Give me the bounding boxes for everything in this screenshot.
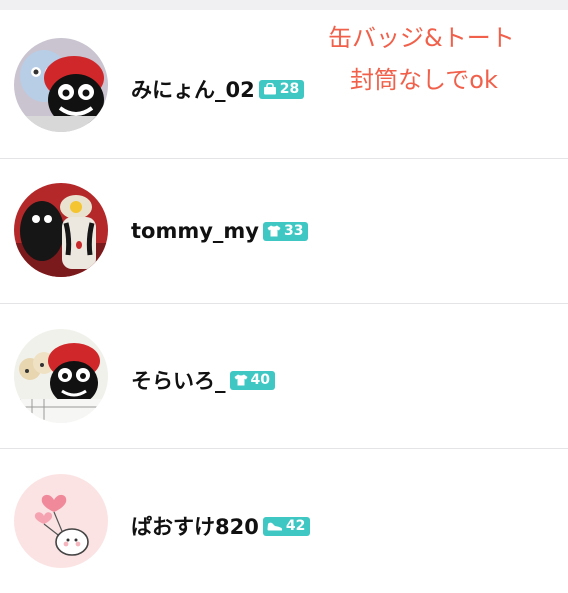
rating-count: 40	[250, 372, 270, 388]
rating-count: 42	[285, 518, 306, 534]
list-item[interactable]: tommy_my 33	[0, 159, 568, 303]
username[interactable]: みにょん_02 28	[131, 74, 305, 104]
tshirt-icon	[267, 225, 281, 237]
bag-icon	[263, 83, 276, 95]
username[interactable]: tommy_my 33	[131, 219, 309, 243]
rating-badge: 42	[262, 516, 311, 536]
rating-count: 28	[279, 81, 300, 97]
shoe-icon	[267, 522, 283, 530]
username-text: みにょん_02	[131, 78, 255, 102]
note-line-1: 缶バッジ&トート	[328, 24, 515, 52]
username-text: ぱおすけ820	[131, 515, 259, 539]
avatar[interactable]	[14, 183, 108, 277]
avatar[interactable]	[14, 38, 108, 132]
list-item[interactable]: そらいろ_ 40	[0, 304, 568, 448]
username-text: そらいろ_	[131, 369, 226, 393]
list-item[interactable]: ぱおすけ820 42	[0, 449, 568, 593]
rating-badge: 28	[258, 79, 305, 99]
rating-badge: 33	[263, 221, 309, 241]
avatar[interactable]	[14, 329, 108, 423]
note-line-2: 封筒なしでok	[350, 66, 498, 94]
avatar[interactable]	[14, 474, 108, 568]
rating-count: 33	[284, 223, 304, 239]
username-text: tommy_my	[131, 219, 259, 243]
username[interactable]: そらいろ_ 40	[131, 365, 275, 395]
username[interactable]: ぱおすけ820 42	[131, 511, 311, 541]
top-bar	[0, 0, 568, 10]
rating-badge: 40	[229, 370, 275, 390]
tshirt-icon	[234, 374, 247, 386]
